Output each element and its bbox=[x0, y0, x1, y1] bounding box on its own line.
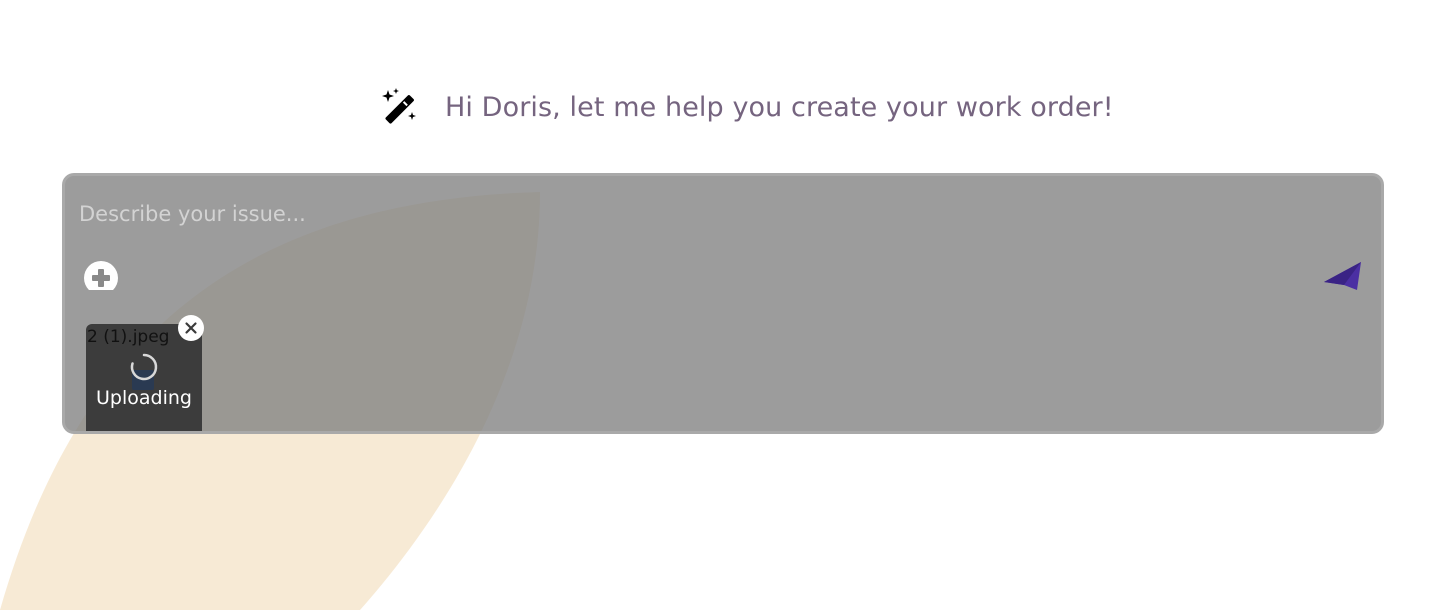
send-button[interactable] bbox=[1322, 258, 1364, 294]
magic-wand-icon bbox=[382, 88, 416, 124]
plus-circle-icon bbox=[84, 261, 118, 290]
upload-status: Uploading bbox=[96, 387, 192, 409]
page: Hi Doris, let me help you create your wo… bbox=[0, 0, 1432, 610]
attachment-card: 2 (1).jpeg Uploading bbox=[86, 315, 204, 431]
paper-plane-icon bbox=[1324, 262, 1361, 290]
close-icon bbox=[185, 322, 197, 334]
greeting-text: Hi Doris, let me help you create your wo… bbox=[445, 91, 1114, 123]
issue-composer: 2 (1).jpeg Uploading bbox=[62, 173, 1384, 434]
add-attachment-button[interactable] bbox=[83, 260, 119, 290]
greeting-header: Hi Doris, let me help you create your wo… bbox=[380, 86, 1114, 128]
issue-description-input[interactable] bbox=[79, 196, 1229, 232]
remove-attachment-button[interactable] bbox=[178, 315, 204, 341]
attachment-file-name: 2 (1).jpeg bbox=[87, 327, 170, 347]
spinner-icon bbox=[130, 353, 158, 381]
